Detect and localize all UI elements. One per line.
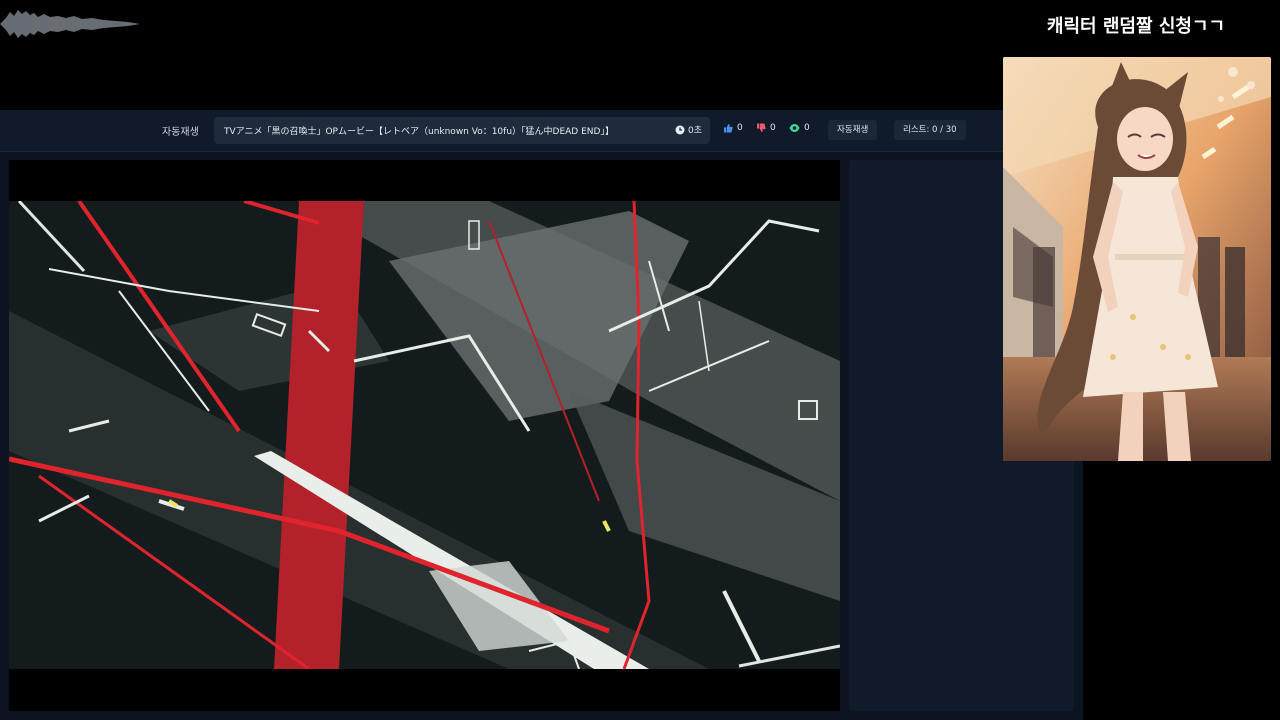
character-card-image xyxy=(1003,57,1271,461)
eye-icon xyxy=(789,124,800,132)
now-playing-bar[interactable]: TVアニメ「黒の召喚士」OPムービー【レトベア（unknown Vo：10fu）… xyxy=(214,117,710,144)
video-player[interactable] xyxy=(9,160,840,711)
autoplay-button[interactable]: 자동재생 xyxy=(828,120,878,140)
elapsed-value: 0초 xyxy=(687,126,702,136)
audio-waveform xyxy=(0,10,140,38)
dislike-count: 0 xyxy=(770,123,776,133)
playlist-counter[interactable]: 리스트: 0 / 30 xyxy=(894,120,966,140)
dislike-button[interactable]: 0 xyxy=(756,123,776,133)
character-illustration xyxy=(1003,57,1271,461)
video-frame-image xyxy=(9,201,840,669)
player-toolbar: 자동재생 TVアニメ「黒の召喚士」OPムービー【レトベア（unknown Vo：… xyxy=(0,110,1083,152)
request-banner-title: 캐릭터 랜덤짤 신청ㄱㄱ xyxy=(1046,16,1226,37)
now-playing-title: TVアニメ「黒の召喚士」OPムービー【レトベア（unknown Vo：10fu）… xyxy=(224,127,614,137)
view-count-value: 0 xyxy=(804,123,810,133)
elapsed-time: 0초 xyxy=(675,123,702,136)
like-button[interactable]: 0 xyxy=(723,123,743,133)
thumbs-down-icon xyxy=(757,123,766,132)
view-count: 0 xyxy=(789,123,810,133)
autoplay-label: 자동재생 xyxy=(162,127,199,138)
thumbs-up-icon xyxy=(724,124,733,133)
player-app: 자동재생 TVアニメ「黒の召喚士」OPムービー【レトベア（unknown Vo：… xyxy=(0,110,1083,720)
clock-icon xyxy=(675,125,685,134)
like-count: 0 xyxy=(737,123,743,133)
